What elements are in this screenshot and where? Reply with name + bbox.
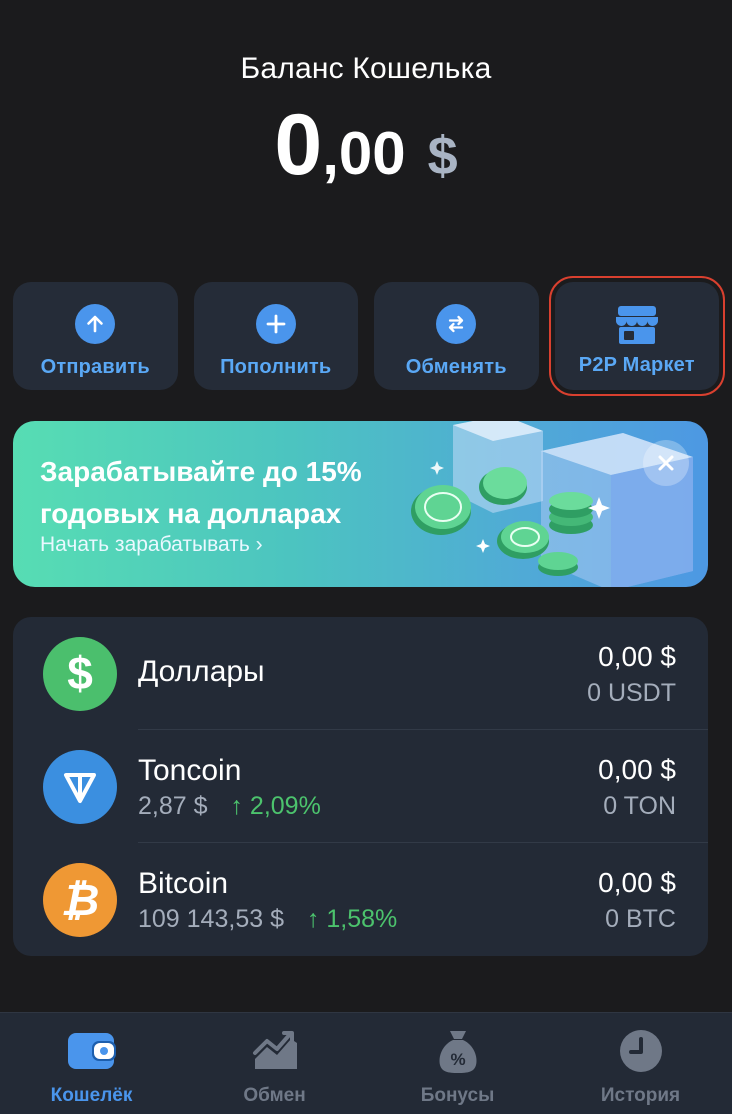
asset-fiat-value: 0,00 $ [598,754,676,785]
promo-close-button[interactable] [643,440,689,486]
assets-list: $ Доллары 0,00 $ 0 USDT Toncoin 2,87 $ ↑… [13,617,708,956]
tab-label: Бонусы [420,1085,495,1106]
send-label: Отправить [40,356,150,378]
promo-title: Зарабатывайте до 15% годовых на долларах [40,456,362,529]
promo-link[interactable]: Начать зарабатывать › [40,533,263,557]
exchange-label: Обменять [405,356,507,378]
svg-text:₿: ₿ [61,876,100,925]
asset-price-line: 109 143,53 $ ↑ 1,58% [138,905,397,934]
asset-change: ↑ 2,09% [230,792,321,820]
action-buttons: Отправить Пополнить Обменять P2P Маркет [13,276,725,396]
top-up-button[interactable]: Пополнить [193,282,358,390]
balance-title: Баланс Кошелька [240,52,492,85]
tab-bar: Кошелёк Обмен % Бонусы История [0,1012,732,1114]
usdt-icon: $ [43,637,117,711]
earn-promo-banner[interactable]: Зарабатывайте до 15% годовых на долларах… [13,421,708,587]
asset-row-bitcoin[interactable]: ₿ Bitcoin 109 143,53 $ ↑ 1,58% 0,00 $ 0 … [13,843,708,956]
asset-name: Доллары [138,655,265,688]
ton-icon [43,750,117,824]
coins-cube-illustration [411,421,693,587]
asset-amount: 0 USDT [587,679,676,707]
asset-row-toncoin[interactable]: Toncoin 2,87 $ ↑ 2,09% 0,00 $ 0 TON [13,730,708,843]
chart-icon [249,1027,301,1075]
asset-price-line: 2,87 $ ↑ 2,09% [138,792,321,821]
asset-fiat-value: 0,00 $ [598,641,676,672]
tab-label: Обмен [243,1085,306,1106]
tab-history[interactable]: История [549,1013,732,1114]
tab-bonuses[interactable]: % Бонусы [366,1013,549,1114]
balance-currency: $ [427,126,458,186]
clock-icon [615,1027,667,1075]
asset-fiat-value: 0,00 $ [598,867,676,898]
money-bag-icon: % [432,1027,484,1075]
asset-name: Bitcoin [138,867,229,900]
top-up-label: Пополнить [220,356,332,378]
svg-text:$: $ [67,649,93,699]
store-icon [614,304,660,346]
tab-exchange[interactable]: Обмен [183,1013,366,1114]
swap-icon [436,304,477,344]
tab-label: Кошелёк [50,1085,133,1106]
p2p-market-button[interactable]: P2P Маркет [548,276,725,396]
close-icon [658,455,674,471]
asset-name: Toncoin [138,754,242,787]
arrow-up-icon [75,304,116,344]
plus-icon [255,304,296,344]
send-button[interactable]: Отправить [13,282,178,390]
balance-integer: 0 [274,97,323,193]
bitcoin-icon: ₿ [43,863,117,937]
asset-change: ↑ 1,58% [306,905,398,933]
wallet-screen: Баланс Кошелька 0 ,00 $ Отправить Пополн… [0,0,732,1114]
balance-amount: 0 ,00 $ [0,102,732,188]
asset-amount: 0 TON [603,792,676,820]
exchange-button[interactable]: Обменять [374,282,539,390]
asset-price: 2,87 $ [138,792,208,820]
svg-text:%: % [450,1050,465,1069]
asset-row-dollars[interactable]: $ Доллары 0,00 $ 0 USDT [13,617,708,730]
balance-decimal: ,00 [322,120,406,187]
tab-label: История [600,1085,681,1106]
p2p-market-label: P2P Маркет [578,354,695,376]
wallet-icon [66,1027,118,1075]
asset-amount: 0 BTC [605,905,676,933]
asset-price: 109 143,53 $ [138,905,284,933]
tab-wallet[interactable]: Кошелёк [0,1013,183,1114]
